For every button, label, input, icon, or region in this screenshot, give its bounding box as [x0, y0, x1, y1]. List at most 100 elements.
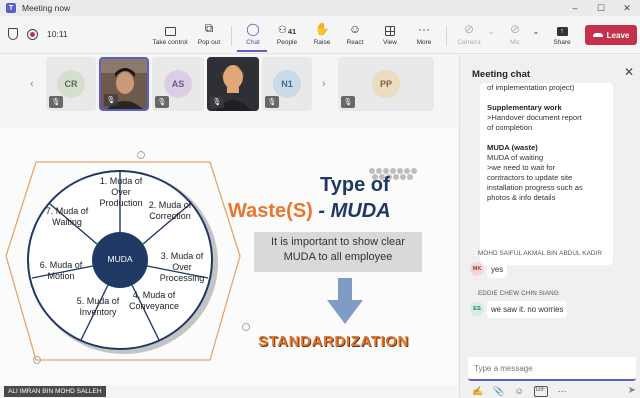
heading-waste: Waste(S) — [228, 200, 313, 222]
camera-off-icon: ⊘ — [463, 22, 475, 36]
participant-strip: ‹ CR 🎙 🎙 AS 🎙 🎙 N1 🎙 › PP 🎙 — [0, 55, 460, 119]
participant-tile-video[interactable]: 🎙 — [99, 57, 149, 111]
react-button[interactable]: ☺ React — [343, 18, 367, 52]
chat-line: of completion — [487, 123, 533, 132]
message-text: we saw it. no worries — [487, 301, 568, 318]
raise-label: Raise — [313, 39, 331, 46]
chat-line: installation progress such as — [487, 183, 583, 192]
teams-logo-icon: T — [6, 3, 16, 13]
chat-line: of implementation project) — [487, 83, 575, 92]
avatar: AS — [164, 70, 192, 98]
pop-out-icon: ⧉ — [204, 21, 214, 35]
take-control-button[interactable]: Take control — [150, 18, 190, 52]
chat-line: contractors to update site — [487, 173, 573, 182]
message-sender: EDDIE CHEW CHIN SIANG — [478, 290, 559, 297]
mic-label: Mic — [509, 39, 521, 46]
take-control-label: Take control — [152, 39, 188, 46]
meeting-status: 10:11 — [8, 28, 68, 40]
message-text: yes — [487, 261, 508, 278]
people-icon: ⚇ 41 — [277, 25, 297, 36]
mic-off-icon: 🎙 — [341, 96, 355, 108]
wheel-segment-label: 3. Muda of Over Processing — [159, 251, 205, 283]
chat-line — [487, 133, 606, 143]
meeting-chat-panel: Meeting chat ✕ of implementation project… — [459, 55, 640, 398]
maximize-button[interactable]: ☐ — [588, 0, 614, 16]
participant-tile[interactable]: PP 🎙 — [338, 57, 434, 111]
wheel-segment-label: 5. Muda of Inventory — [76, 296, 120, 317]
chat-line — [487, 93, 606, 103]
slide-heading-line2: Waste(S) - MUDA — [228, 200, 443, 223]
decor-dot — [137, 151, 145, 159]
pop-out-button[interactable]: ⧉ Pop out — [194, 18, 224, 52]
leave-button[interactable]: Leave — [585, 25, 637, 45]
camera-button[interactable]: ⊘ Camera — [455, 18, 483, 52]
compose-toolbar: ✍ 📎 ☺ GIF ⋯ — [472, 386, 567, 397]
toolbar-divider — [231, 26, 232, 46]
mic-options-button[interactable]: ⌄ — [531, 18, 541, 52]
chat-button[interactable]: ◯ Chat — [240, 18, 266, 52]
decor-dot — [242, 323, 250, 331]
participant-tile[interactable]: CR 🎙 — [46, 57, 96, 111]
chat-line: MUDA of waiting — [487, 153, 544, 162]
muda-center-label: MUDA — [107, 254, 133, 264]
people-button[interactable]: ⚇ 41 People — [274, 18, 300, 52]
take-control-icon — [164, 18, 176, 36]
mic-off-icon: 🎙 — [104, 94, 118, 106]
more-icon: ··· — [418, 22, 430, 36]
meeting-toolbar: 10:11 Take control ⧉ Pop out ◯ Chat ⚇ 41 … — [0, 16, 640, 54]
chat-icon: ◯ — [246, 22, 260, 36]
mic-off-icon: 🎙 — [210, 96, 224, 108]
mic-off-icon: ⊘ — [509, 22, 521, 36]
slide-heading-line1: Type of — [320, 174, 390, 196]
share-button[interactable]: ↑ Share — [550, 18, 574, 52]
mic-off-icon: 🎙 — [155, 96, 169, 108]
presenter-name-tag: ALI IMRAN BIN MOHD SALLEH — [4, 386, 106, 397]
chevron-down-icon: ⌄ — [487, 27, 495, 36]
gif-icon[interactable]: GIF — [533, 386, 548, 397]
window-title: Meeting now — [22, 3, 71, 13]
chat-line: >Handover document report — [487, 113, 582, 122]
view-label: View — [383, 39, 397, 46]
emoji-icon[interactable]: ☺ — [514, 386, 523, 397]
message-input[interactable]: Type a message — [468, 357, 636, 381]
toolbar-divider — [446, 26, 447, 46]
minimize-button[interactable]: – — [562, 0, 588, 16]
wheel-segment-label: 6. Muda of Motion — [39, 260, 83, 281]
down-arrow-icon — [327, 278, 363, 324]
heading-muda: - MUDA — [312, 200, 391, 222]
close-chat-icon[interactable]: ✕ — [624, 65, 634, 79]
mic-off-icon: 🎙 — [49, 96, 63, 108]
wheel-segment-label: 4. Muda of Conveyance — [128, 290, 180, 311]
more-button[interactable]: ··· More — [412, 18, 436, 52]
pop-out-label: Pop out — [197, 39, 221, 46]
close-window-button[interactable]: ✕ — [614, 0, 640, 16]
participant-tile[interactable]: AS 🎙 — [152, 57, 204, 111]
raise-hand-button[interactable]: ✋ Raise — [310, 18, 334, 52]
share-label: Share — [553, 39, 571, 46]
camera-label: Camera — [457, 39, 481, 46]
scroll-left-icon[interactable]: ‹ — [30, 78, 34, 90]
scroll-right-icon[interactable]: › — [322, 78, 326, 90]
mic-button[interactable]: ⊘ Mic — [505, 18, 525, 52]
send-icon[interactable]: ➤ — [628, 385, 636, 396]
title-bar: T Meeting now – ☐ ✕ — [0, 0, 640, 16]
chat-title: Meeting chat — [472, 69, 531, 80]
view-button[interactable]: View — [378, 18, 402, 52]
wheel-segment-label: 7. Muda of Waiting — [45, 206, 89, 227]
shield-icon[interactable] — [8, 28, 18, 40]
window-controls: – ☐ ✕ — [562, 0, 640, 16]
participant-tile-video[interactable]: 🎙 — [207, 57, 259, 111]
more-label: More — [416, 39, 432, 46]
participant-tile[interactable]: N1 🎙 — [262, 57, 312, 111]
format-icon[interactable]: ✍ — [472, 386, 483, 397]
attach-icon[interactable]: 📎 — [493, 386, 504, 397]
smile-icon: ☺ — [348, 22, 362, 36]
more-options-icon[interactable]: ⋯ — [558, 386, 567, 397]
chat-line: MUDA (waste) — [487, 143, 538, 152]
meeting-timer: 10:11 — [47, 29, 68, 39]
slide-note-box: It is important to show clear MUDA to al… — [254, 232, 422, 272]
avatar: N1 — [273, 70, 301, 98]
camera-options-button[interactable]: ⌄ — [486, 18, 496, 52]
recording-icon[interactable] — [27, 28, 38, 40]
avatar: ES — [470, 302, 484, 316]
